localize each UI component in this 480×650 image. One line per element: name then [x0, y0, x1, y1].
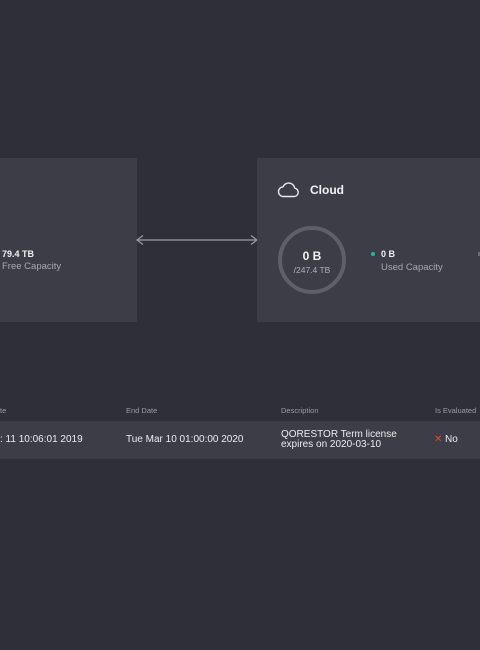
- used-capacity-label: Used Capacity: [381, 262, 443, 273]
- gauge-total: /247.4 TB: [293, 265, 331, 275]
- gauge-value: 0 B: [302, 249, 322, 263]
- cell-end-date: Tue Mar 10 01:00:00 2020: [126, 434, 244, 445]
- free-capacity-value: 79.4 TB: [2, 249, 35, 259]
- column-header-is-evaluated[interactable]: Is Evaluated: [435, 406, 476, 415]
- column-header-description[interactable]: Description: [281, 406, 319, 415]
- cloud-icon: [277, 182, 299, 198]
- local-storage-panel: [0, 158, 137, 322]
- cell-is-evaluated: No: [445, 434, 458, 445]
- cell-description: QORESTOR Term license expires on 2020-03…: [281, 429, 397, 450]
- cloud-panel-title: Cloud: [310, 183, 344, 197]
- used-capacity-legend-dot: [371, 252, 375, 256]
- used-capacity-value: 0 B: [381, 249, 396, 259]
- cell-start-date: : 11 10:06:01 2019: [0, 434, 83, 445]
- bidirectional-arrow-icon: [136, 235, 258, 245]
- column-header-end-date[interactable]: End Date: [126, 406, 157, 415]
- column-header-start-date[interactable]: te: [0, 406, 6, 415]
- free-capacity-label: Free Capacity: [2, 261, 62, 272]
- close-icon: ✕: [434, 434, 443, 445]
